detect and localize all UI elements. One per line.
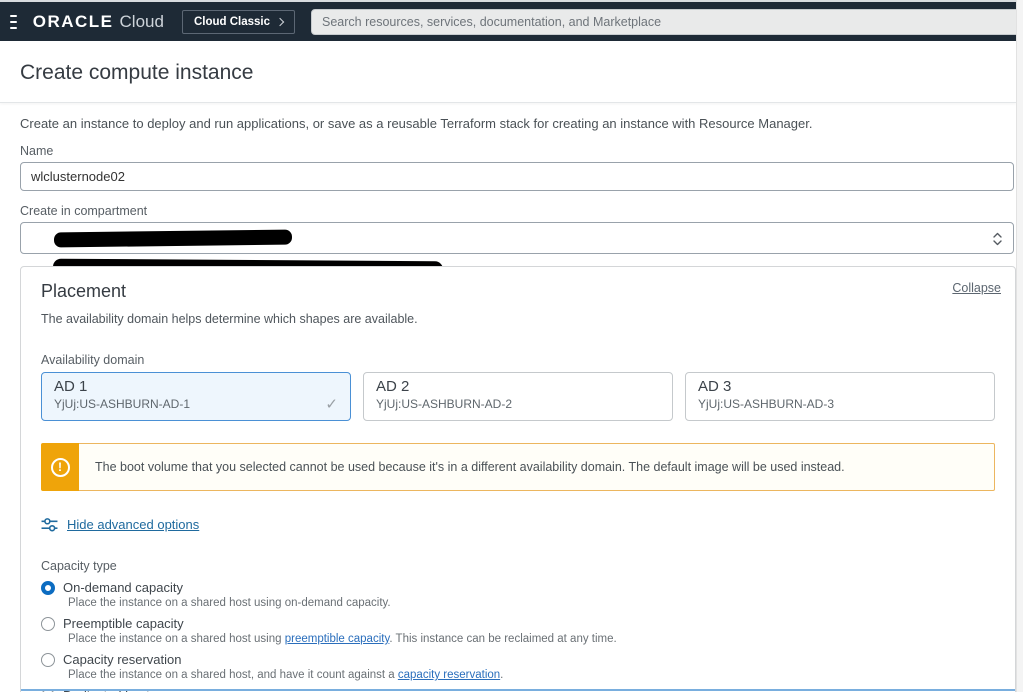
cloud-classic-button[interactable]: Cloud Classic xyxy=(181,9,295,34)
brand-cloud: Cloud xyxy=(119,11,164,31)
radio-selected-icon xyxy=(41,580,55,595)
checkmark-icon: ✓ xyxy=(325,396,338,413)
redacted-compartment-value xyxy=(53,229,293,248)
oracle-cloud-logo[interactable]: ORACLE Cloud xyxy=(33,12,164,32)
warning-icon-block: ! xyxy=(41,443,79,491)
desc-text: Place the instance on a shared host, and… xyxy=(68,669,398,681)
ad-title: AD 1 xyxy=(54,378,88,395)
global-search xyxy=(311,8,1023,35)
ad-card-3[interactable]: AD 3 YjUj:US-ASHBURN-AD-3 xyxy=(685,372,995,421)
ad-subtitle: YjUj:US-ASHBURN-AD-3 xyxy=(698,397,835,411)
advanced-options-toggle[interactable]: Hide advanced options xyxy=(41,516,1001,533)
capacity-type-label: Capacity type xyxy=(41,559,117,573)
page-header: Create compute instance xyxy=(0,43,1016,103)
availability-domain-cards: AD 1 YjUj:US-ASHBURN-AD-1 ✓ AD 2 YjUj:US… xyxy=(41,372,1001,421)
search-input[interactable] xyxy=(311,8,1023,35)
page-description: Create an instance to deploy and run app… xyxy=(20,116,813,131)
radio-label: Preemptible capacity xyxy=(63,616,184,631)
radio-label: Capacity reservation xyxy=(63,652,182,667)
warning-message: The boot volume that you selected cannot… xyxy=(79,443,995,491)
ad-title: AD 2 xyxy=(376,378,410,395)
radio-icon xyxy=(41,652,55,667)
radio-capacity-reservation[interactable]: Capacity reservation xyxy=(41,652,1001,667)
ad-subtitle: YjUj:US-ASHBURN-AD-1 xyxy=(54,397,191,411)
warning-icon: ! xyxy=(50,457,70,477)
chevron-right-icon xyxy=(275,17,285,26)
sliders-icon xyxy=(41,518,58,532)
radio-icon xyxy=(41,616,55,631)
desc-text: Place the instance on a shared host usin… xyxy=(68,633,285,645)
placement-subtitle: The availability domain helps determine … xyxy=(41,312,418,326)
radio-description: Place the instance on a shared host, and… xyxy=(68,669,1001,681)
next-section-edge xyxy=(21,689,1015,691)
placement-title: Placement xyxy=(41,281,127,301)
hamburger-menu-icon[interactable] xyxy=(10,14,17,29)
radio-on-demand-capacity[interactable]: On-demand capacity xyxy=(41,580,1001,595)
form-area: Create an instance to deploy and run app… xyxy=(0,104,1016,278)
desc-text: Place the instance on a shared host usin… xyxy=(68,597,391,609)
instance-name-input[interactable] xyxy=(20,162,1014,191)
ad-subtitle: YjUj:US-ASHBURN-AD-2 xyxy=(376,397,513,411)
placement-section: Placement Collapse The availability doma… xyxy=(20,266,1016,692)
desc-text: . This instance can be reclaimed at any … xyxy=(389,633,617,645)
radio-description: Place the instance on a shared host usin… xyxy=(68,633,1001,645)
ad-title: AD 3 xyxy=(698,378,732,395)
vertical-scrollbar[interactable] xyxy=(1016,0,1023,692)
page-title: Create compute instance xyxy=(20,60,254,84)
radio-label: On-demand capacity xyxy=(63,580,183,595)
collapse-link[interactable]: Collapse xyxy=(952,281,1001,295)
advanced-options-link[interactable]: Hide advanced options xyxy=(67,517,199,532)
radio-preemptible-capacity[interactable]: Preemptible capacity xyxy=(41,616,1001,631)
compartment-field-label: Create in compartment xyxy=(20,204,148,218)
compartment-select[interactable] xyxy=(20,222,1014,254)
availability-domain-label: Availability domain xyxy=(41,353,145,367)
select-stepper-icon xyxy=(993,232,1002,246)
boot-volume-warning-banner: ! The boot volume that you selected cann… xyxy=(41,443,995,491)
ad-card-1[interactable]: AD 1 YjUj:US-ASHBURN-AD-1 ✓ xyxy=(41,372,351,421)
desc-text: . xyxy=(500,669,504,681)
capacity-reservation-link[interactable]: capacity reservation xyxy=(398,669,500,681)
brand-oracle: ORACLE xyxy=(32,11,114,31)
name-field-label: Name xyxy=(20,144,54,158)
ad-card-2[interactable]: AD 2 YjUj:US-ASHBURN-AD-2 xyxy=(363,372,673,421)
top-navigation-bar: ORACLE Cloud Cloud Classic xyxy=(0,0,1023,41)
cloud-classic-label: Cloud Classic xyxy=(193,15,270,28)
create-compute-instance-screen: ORACLE Cloud Cloud Classic Create comput… xyxy=(0,0,1023,692)
radio-description: Place the instance on a shared host usin… xyxy=(68,597,1001,609)
preemptible-capacity-link[interactable]: preemptible capacity xyxy=(285,633,390,645)
